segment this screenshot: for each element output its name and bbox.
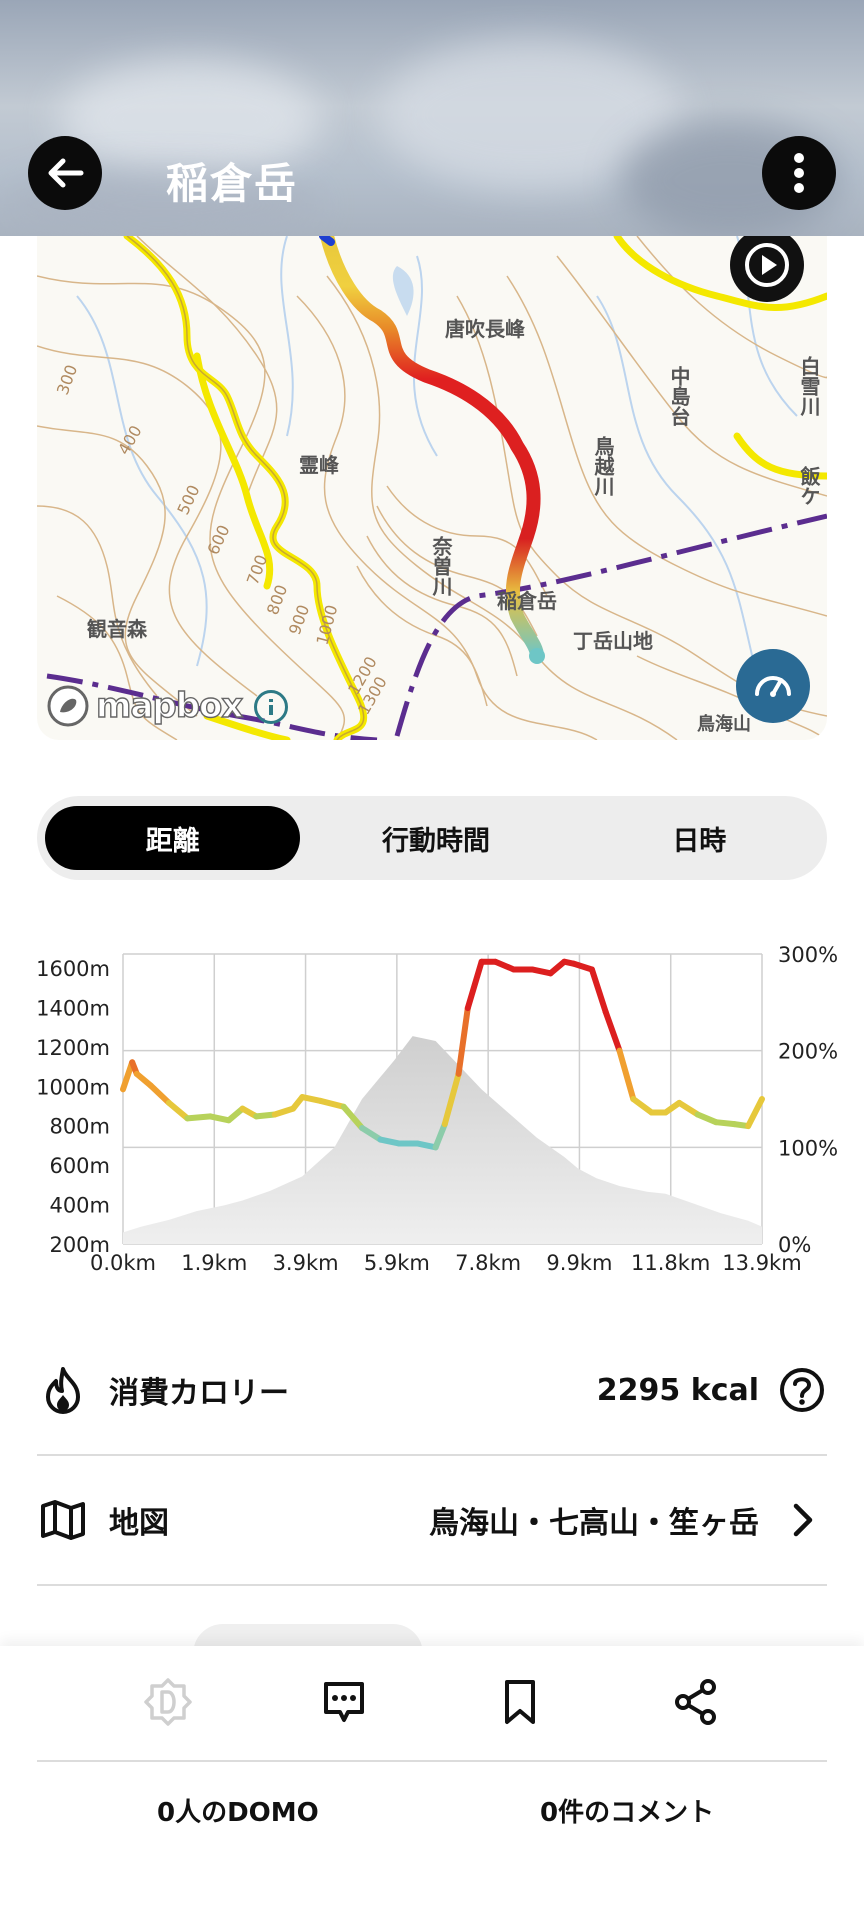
bookmark-button[interactable] <box>490 1672 550 1732</box>
share-icon <box>675 1679 716 1725</box>
bottom-action-bar: 0人のDOMO 0件のコメント <box>0 1646 864 1920</box>
map-label: 鳥海山 <box>697 713 751 735</box>
y-right-tick-label: 100% <box>778 1136 838 1160</box>
y-right-tick-label: 200% <box>778 1040 838 1064</box>
info-icon <box>269 699 273 715</box>
header-bar <box>0 0 864 236</box>
x-tick-label: 11.8km <box>631 1251 710 1275</box>
mapbox-icon <box>47 685 89 727</box>
bookmark-icon <box>505 1680 535 1724</box>
map-label: 鳥越川 <box>591 435 615 497</box>
domo-icon <box>144 1678 192 1726</box>
mapbox-wordmark: mapbox <box>95 685 244 726</box>
map-label: 稲倉岳 <box>497 589 557 613</box>
comment-icon <box>324 1682 364 1722</box>
map-label: 観音森 <box>87 617 148 641</box>
domo-button[interactable] <box>138 1672 198 1732</box>
chevron-right-icon <box>777 1495 827 1545</box>
calorie-label: 消費カロリー <box>109 1376 289 1411</box>
back-button[interactable] <box>28 136 102 210</box>
x-tick-label: 3.9km <box>273 1251 339 1275</box>
domo-count[interactable]: 0人のDOMO <box>157 1792 319 1829</box>
x-tick-label: 0.0km <box>90 1251 156 1275</box>
y-tick-label: 1200m <box>36 1036 110 1060</box>
elevation-segment <box>317 1097 347 1110</box>
map-value: 鳥海山・七高山・笙ヶ岳 <box>429 1506 759 1541</box>
play-circle-icon <box>745 243 789 287</box>
elevation-segment <box>602 1009 623 1054</box>
comment-button[interactable] <box>314 1672 374 1732</box>
elevation-segment <box>184 1113 214 1122</box>
share-button[interactable] <box>666 1672 726 1732</box>
chart-axis-toggle: 距離 行動時間 日時 <box>37 796 827 880</box>
map-info-button[interactable] <box>254 690 288 724</box>
x-axis: 0.0km 1.9km 3.9km 5.9km 7.8km 9.9km 11.8km 13.9… <box>90 1251 802 1275</box>
x-tick-label: 7.8km <box>455 1251 521 1275</box>
tab-distance[interactable]: 距離 <box>45 806 301 870</box>
calorie-row: 消費カロリー 2295 kcal <box>37 1326 827 1456</box>
map-label: 霊峰 <box>299 453 339 477</box>
contour-label: 600 <box>203 522 233 558</box>
map-icon <box>37 1494 89 1546</box>
mapbox-logo: mapbox <box>46 684 244 728</box>
x-tick-label: 1.9km <box>181 1251 247 1275</box>
y-tick-label: 1400m <box>36 996 110 1020</box>
y-tick-label: 400m <box>49 1194 110 1218</box>
y-axis-right: 300%200%100%0% <box>778 943 838 1257</box>
map-row[interactable]: 地図 鳥海山・七高山・笙ヶ岳 <box>37 1456 827 1586</box>
flame-icon <box>37 1364 89 1416</box>
terrain-area <box>123 1036 762 1244</box>
elevation-segment <box>588 966 609 1015</box>
elevation-segment <box>676 1099 701 1118</box>
comment-count[interactable]: 0件のコメント <box>540 1792 714 1829</box>
map-label: 中島台 <box>667 365 691 426</box>
y-tick-label: 800m <box>49 1115 110 1139</box>
divider <box>37 1760 827 1762</box>
play-route-button[interactable] <box>730 228 804 302</box>
contour-label: 500 <box>173 482 203 518</box>
map-label: 唐吹長峰 <box>445 317 525 341</box>
elevation-segment <box>464 958 485 1012</box>
contour-label: 400 <box>114 422 146 458</box>
more-vertical-icon <box>794 153 804 193</box>
map-canvas: 唐吹長峰 霊峰 稲倉岳 丁岳山地 観音森 鳥海山 中島台 鳥越川 奈曽川 白雪川… <box>37 236 827 740</box>
speed-color-button[interactable] <box>736 649 810 723</box>
map-label: 白雪川 <box>797 355 821 417</box>
y-axis-left: 1600m1400m1200m1000m800m600m400m200m <box>36 957 110 1257</box>
route-map[interactable]: 唐吹長峰 霊峰 稲倉岳 丁岳山地 観音森 鳥海山 中島台 鳥越川 奈曽川 白雪川… <box>37 236 827 740</box>
x-tick-label: 13.9km <box>722 1251 801 1275</box>
contour-label: 900 <box>285 602 313 637</box>
page-title: 稲倉岳 <box>166 159 299 208</box>
elevation-segment <box>745 1096 765 1130</box>
x-tick-label: 5.9km <box>364 1251 430 1275</box>
map-label: 飯ケ <box>797 465 821 506</box>
y-right-tick-label: 300% <box>778 943 838 967</box>
elevation-segment <box>147 1082 172 1106</box>
arrow-left-icon <box>48 158 84 188</box>
help-button[interactable] <box>777 1365 827 1415</box>
elevation-segment <box>455 1005 471 1077</box>
elevation-segment <box>616 1047 637 1102</box>
elevation-chart[interactable]: 1600m1400m1200m1000m800m600m400m200m 300… <box>0 930 864 1290</box>
x-tick-label: 9.9km <box>546 1251 612 1275</box>
y-tick-label: 1000m <box>36 1075 110 1099</box>
map-label: 奈曽川 <box>429 535 453 597</box>
tab-datetime[interactable]: 日時 <box>572 806 827 870</box>
elevation-segment <box>630 1096 655 1116</box>
speedometer-icon <box>755 676 791 697</box>
map-label: 地図 <box>109 1506 169 1541</box>
map-label: 丁岳山地 <box>573 629 653 653</box>
elevation-segment <box>165 1099 191 1122</box>
more-menu-button[interactable] <box>762 136 836 210</box>
y-tick-label: 1600m <box>36 957 110 981</box>
tab-moving-time[interactable]: 行動時間 <box>308 806 563 870</box>
y-tick-label: 600m <box>49 1154 110 1178</box>
question-circle-icon <box>780 1368 824 1412</box>
contour-label: 300 <box>53 362 81 397</box>
calorie-value: 2295 kcal <box>596 1372 759 1408</box>
